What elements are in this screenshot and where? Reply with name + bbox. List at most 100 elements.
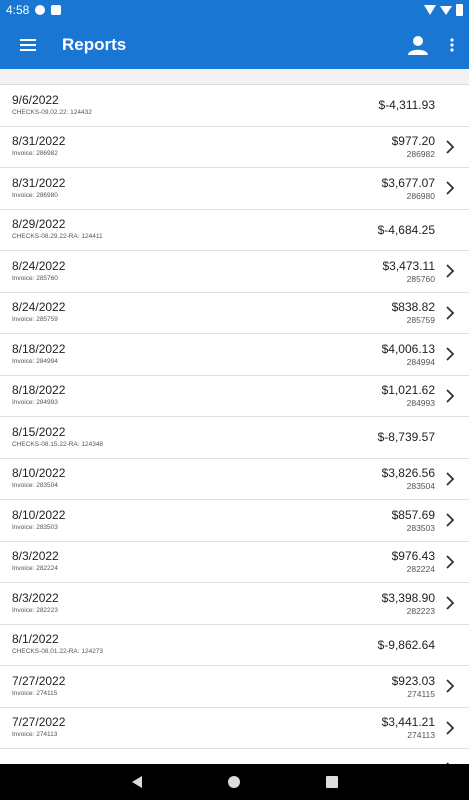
system-nav-bar [0,764,469,800]
row-right: $1,928.35 [382,749,435,764]
back-nav-icon[interactable] [131,776,142,788]
chevron-right-icon[interactable] [445,181,455,195]
report-row[interactable]: 8/3/2022 Invoice: 282223 $3,398.90 282223 [0,583,469,625]
row-right: $3,677.07 286980 [382,168,435,210]
status-right [424,4,463,16]
row-left: 9/6/2022 CHECKS-09.02.22: 124432 [12,93,92,118]
more-options-button[interactable] [435,20,469,69]
row-amount: $977.20 [391,134,435,149]
menu-button[interactable] [0,20,56,69]
chevron-right-icon[interactable] [445,139,455,154]
status-bar: 4:58 [0,0,469,20]
chevron-right-icon[interactable] [445,720,455,735]
report-row[interactable]: 7/20/2022$1,928.35 [0,749,469,764]
report-row[interactable]: 8/18/2022 Invoice: 284994 $4,006.13 284994 [0,334,469,376]
chevron-right-icon[interactable] [445,554,455,569]
report-row[interactable]: 8/31/2022 Invoice: 286982 $977.20 286982 [0,127,469,168]
row-amount: $3,473.11 [382,258,436,273]
row-amount: $976.43 [391,549,435,564]
row-right: $-4,684.25 [378,210,435,252]
row-description: Invoice: 284993 [12,399,58,407]
battery-icon [456,4,463,16]
report-row[interactable]: 7/27/2022 Invoice: 274113 $3,441.21 274113 [0,708,469,749]
row-left: 8/10/2022 Invoice: 283504 [12,466,65,491]
row-date: 9/6/2022 [12,92,59,107]
row-date: 8/18/2022 [12,383,66,398]
status-left: 4:58 [6,3,62,17]
notification-app-icon [35,5,46,15]
chevron-right-icon[interactable] [445,596,455,610]
row-reference: 286980 [406,190,435,201]
report-row[interactable]: 7/27/2022 Invoice: 274115 $923.03 274115 [0,666,469,708]
row-right: $976.43 282224 [392,542,435,584]
row-date: 8/3/2022 [12,590,59,605]
chevron-right-icon[interactable] [445,679,455,693]
row-amount: $-4,684.25 [377,222,435,237]
chevron-right-icon[interactable] [445,264,455,278]
row-left: 8/10/2022 Invoice: 283503 [12,508,65,533]
row-date: 7/27/2022 [12,673,66,688]
chevron-right-icon[interactable] [445,305,455,320]
row-date: 8/29/2022 [12,217,66,232]
row-amount: $-8,739.57 [377,430,435,445]
wifi-icon [424,5,436,15]
report-row[interactable]: 8/10/2022 Invoice: 283503 $857.69 283503 [0,500,469,542]
row-description: Invoice: 282223 [12,606,58,614]
app-bar: Reports [0,20,469,69]
row-date: 8/31/2022 [12,134,66,149]
recents-nav-icon[interactable] [325,776,338,788]
row-left: 7/27/2022 Invoice: 274115 [12,674,65,699]
report-row[interactable]: 8/24/2022 Invoice: 285760 $3,473.11 285760 [0,251,469,293]
report-row[interactable]: 8/3/2022 Invoice: 282224 $976.43 282224 [0,542,469,584]
report-row[interactable]: 9/6/2022 CHECKS-09.02.22: 124432 $-4,311.9… [0,85,469,127]
report-row[interactable]: 8/10/2022 Invoice: 283504 $3,826.56 283504 [0,459,469,500]
row-left: 8/31/2022 Invoice: 286982 [12,134,65,159]
row-date: 8/18/2022 [12,341,66,356]
more-vert-icon [450,37,454,52]
row-date: 8/15/2022 [12,424,66,439]
row-right: $-4,311.93 [379,85,436,127]
row-description: Invoice: 274115 [12,689,58,697]
row-description: CHECKS-09.02.22: 124432 [12,108,92,116]
row-right: $3,398.90 282223 [382,583,435,625]
row-reference: 285760 [406,273,435,284]
row-reference: 286982 [406,149,435,160]
signal-icon [440,5,452,15]
row-amount: $923.03 [391,673,435,688]
home-nav-icon[interactable] [227,776,240,788]
chevron-right-icon[interactable] [445,513,455,527]
row-right: $1,021.62 284993 [382,376,435,418]
row-right: $923.03 274115 [392,666,435,708]
row-amount: $1,021.62 [381,383,435,398]
chevron-right-icon[interactable] [445,471,455,486]
row-right: $-9,862.64 [378,625,435,667]
row-date: 8/24/2022 [12,258,66,273]
report-row[interactable]: 8/31/2022 Invoice: 286980 $3,677.07 286980 [0,168,469,210]
row-amount: $838.82 [391,300,435,315]
row-left: 8/24/2022 Invoice: 285759 [12,300,65,325]
row-reference: 274115 [407,688,435,699]
row-right: $3,473.11 285760 [383,251,436,293]
row-amount: $-9,862.64 [377,637,435,652]
row-reference: 282223 [406,605,435,616]
row-right: $857.69 283503 [392,500,435,542]
row-description: Invoice: 286982 [12,150,58,158]
hamburger-menu-icon [20,38,36,51]
row-reference: 284994 [406,356,435,367]
report-row[interactable]: 8/15/2022 CHECKS-08.15.22-RA: 124348 $-8,7… [0,417,469,459]
row-amount: $3,441.21 [381,715,435,730]
row-description: Invoice: 282224 [12,565,58,573]
report-row[interactable]: 8/1/2022 CHECKS-08.01.22-RA: 124273 $-9,86… [0,625,469,667]
account-button[interactable] [401,20,435,69]
report-row[interactable]: 8/29/2022 CHECKS-08.29.22-RA: 124411 $-4,6… [0,210,469,252]
row-description: Invoice: 274113 [12,731,58,739]
report-row[interactable]: 8/18/2022 Invoice: 284993 $1,021.62 284993 [0,376,469,418]
row-reference: 282224 [406,564,435,575]
report-row[interactable]: 8/24/2022 Invoice: 285759 $838.82 285759 [0,293,469,334]
row-date: 8/10/2022 [12,466,66,481]
report-list[interactable]: 9/6/2022 CHECKS-09.02.22: 124432 $-4,311.9… [0,84,469,764]
status-time: 4:58 [6,3,30,17]
row-date: 8/1/2022 [12,632,59,647]
chevron-right-icon[interactable] [445,388,455,403]
chevron-right-icon[interactable] [445,347,455,361]
